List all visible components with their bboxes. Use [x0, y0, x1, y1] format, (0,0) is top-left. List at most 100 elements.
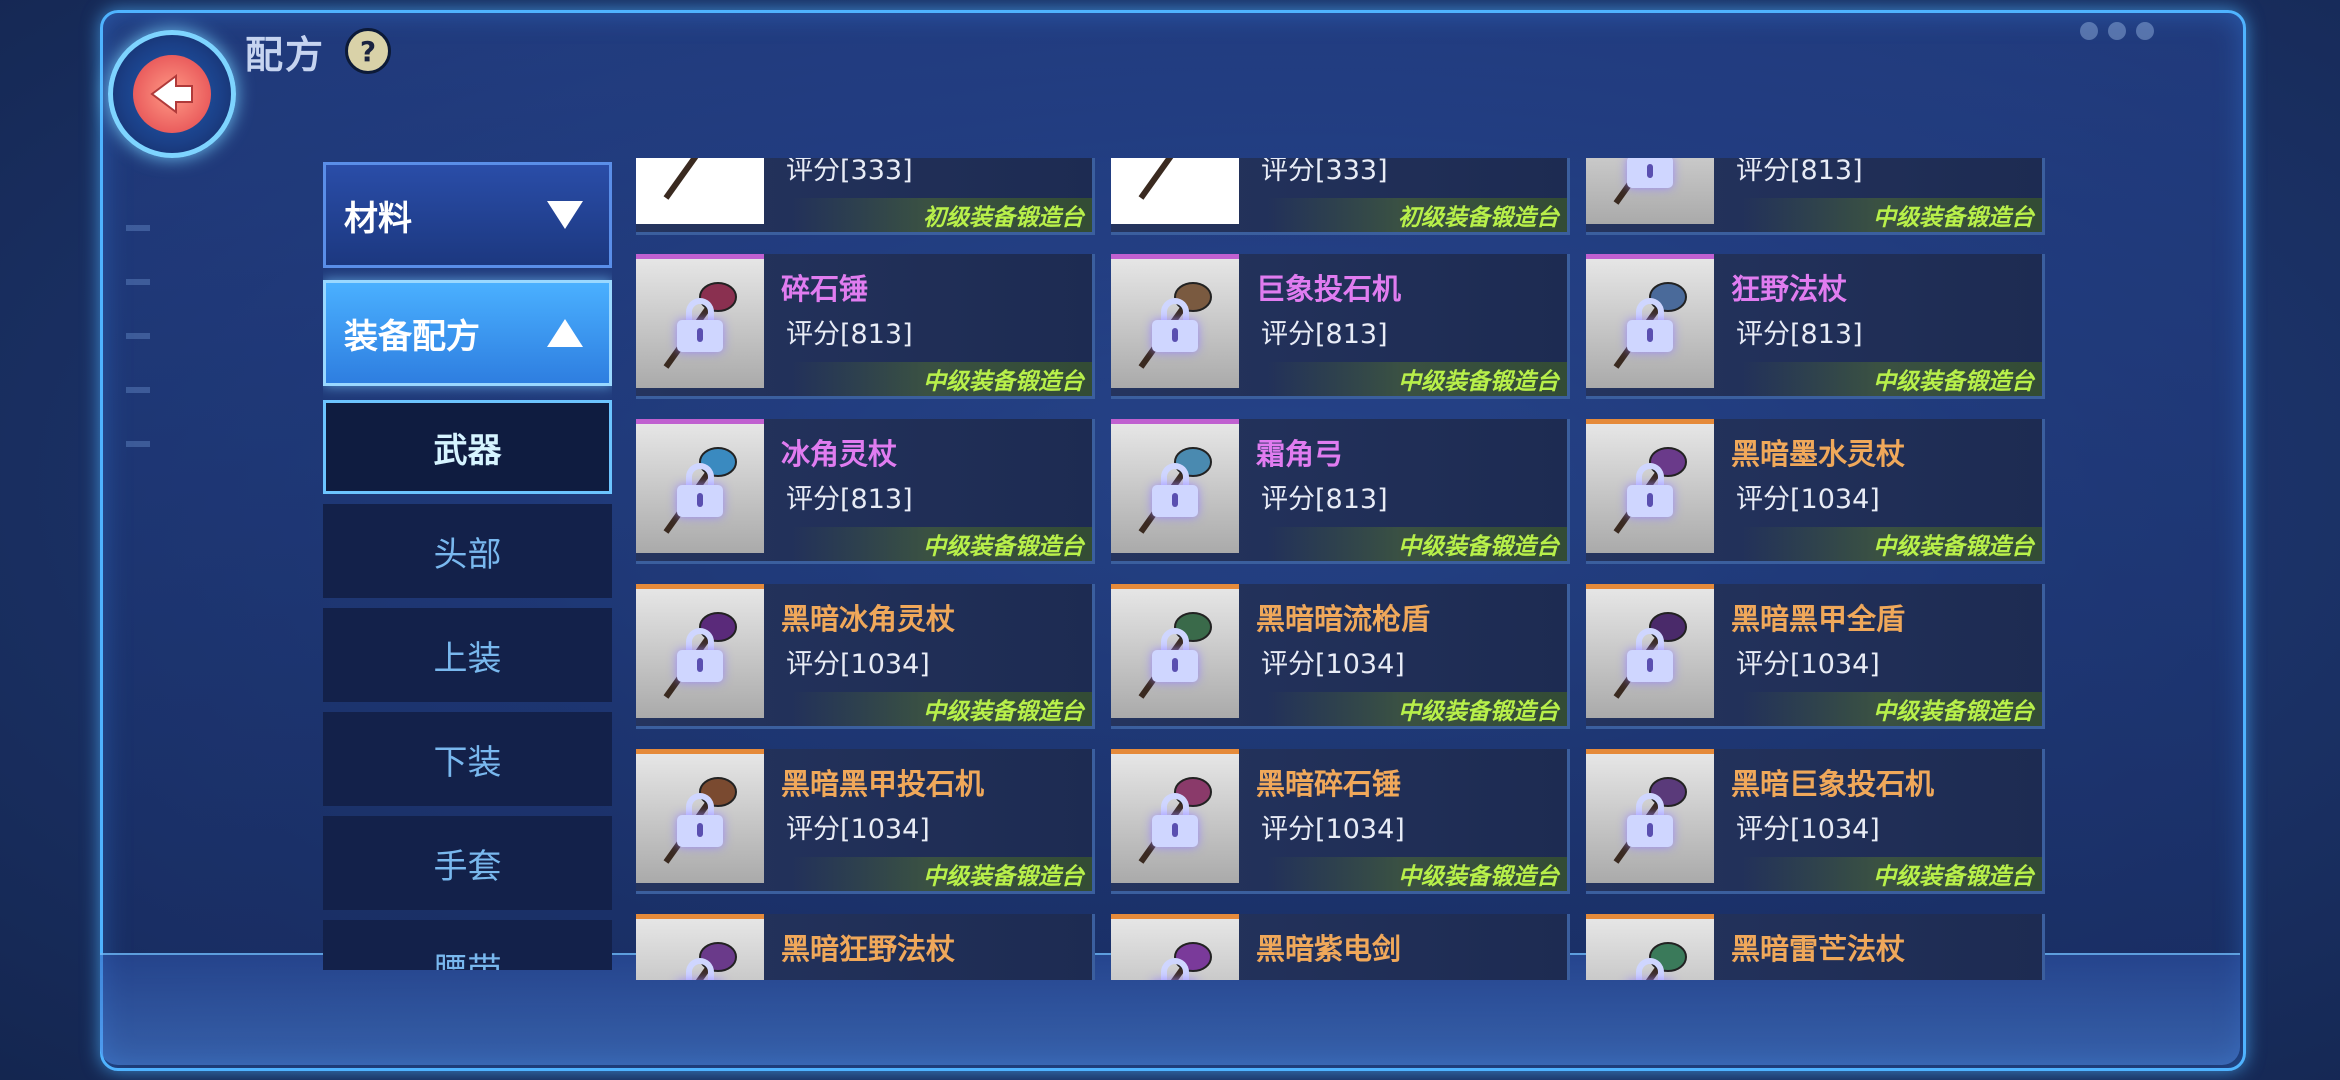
lock-icon	[1152, 297, 1198, 352]
category-material[interactable]: 材料	[323, 162, 612, 268]
recipe-card[interactable]: 狂野法杖评分[813] 中级装备锻造台	[1586, 254, 2045, 399]
recipe-name: 黑暗狂野法杖	[781, 932, 956, 966]
forge-bench-label: 中级装备锻造台	[792, 692, 1092, 726]
category-label: 装备配方	[344, 316, 480, 357]
recipe-name: 黑暗黑甲投石机	[781, 767, 985, 801]
forge-bench-label: 中级装备锻造台	[1267, 692, 1567, 726]
subcategory-weapon[interactable]: 武器	[323, 400, 612, 494]
recipe-name: 黑暗黑甲全盾	[1731, 602, 1906, 636]
category-label: 材料	[344, 198, 412, 239]
recipe-name: 黑暗暗流枪盾	[1256, 602, 1431, 636]
recipe-card[interactable]: 黑暗暗流枪盾评分[1034] 中级装备锻造台	[1111, 584, 1570, 729]
item-thumbnail	[1586, 419, 1714, 553]
recipe-name: 狂野法杖	[1731, 272, 1848, 306]
recipe-card[interactable]: 黑暗黑甲投石机 评分[1034] 中级装备锻造台	[636, 749, 1095, 894]
recipe-card[interactable]: 黑暗碎石锤 评分[1034] 中级装备锻造台	[1111, 749, 1570, 894]
subcategory-head[interactable]: 头部	[323, 504, 612, 598]
item-thumbnail	[1586, 914, 1714, 980]
side-ticks	[126, 225, 150, 495]
recipe-card[interactable]: 黑暗冰角灵杖 评分[1034] 中级装备锻造台	[636, 584, 1095, 729]
recipe-name: 冰角灵杖	[781, 437, 898, 471]
item-thumbnail	[636, 254, 764, 388]
lock-icon	[1152, 462, 1198, 517]
lock-icon	[1152, 627, 1198, 682]
recipe-name: 黑暗巨象投石机	[1731, 767, 1935, 801]
forge-bench-label: 中级装备锻造台	[1267, 362, 1567, 396]
lock-icon	[1627, 957, 1673, 980]
recipe-card[interactable]: 碎石锤评分[813] 中级装备锻造台	[636, 254, 1095, 399]
lock-icon	[677, 792, 723, 847]
window-dots	[2080, 22, 2154, 40]
recipe-name: 巨象投石机	[1256, 272, 1402, 306]
recipe-score: 评分[1034]	[1261, 972, 1405, 980]
item-thumbnail	[1111, 749, 1239, 883]
recipe-card[interactable]: 评分[813] 中级装备锻造台	[1586, 158, 2045, 235]
recipe-score: 评分[813]	[1736, 319, 1863, 350]
back-arrow-icon	[133, 55, 211, 133]
recipe-card[interactable]: 黑暗狂野法杖评分[1034]	[636, 914, 1095, 980]
recipe-card[interactable]: 黑暗雷芒法杖评分[1034]	[1586, 914, 2045, 980]
recipe-score: 评分[1034]	[1736, 972, 1880, 980]
recipe-score: 评分[813]	[1261, 319, 1388, 350]
forge-bench-label: 中级装备锻造台	[1742, 857, 2042, 891]
item-thumbnail	[636, 749, 764, 883]
back-button[interactable]	[108, 30, 236, 158]
category-sidebar: 材料 装备配方 武器 头部 上装 下装 手套 腰带	[323, 162, 612, 970]
item-thumbnail	[1586, 749, 1714, 883]
lock-icon	[1627, 462, 1673, 517]
subcategory-gloves[interactable]: 手套	[323, 816, 612, 910]
subcategory-top[interactable]: 上装	[323, 608, 612, 702]
recipe-grid: 评分[333] 初级装备锻造台 评分[333] 初级装备锻造台 评分[813] 中级装备锻…	[636, 158, 2046, 980]
recipe-card[interactable]: 评分[333] 初级装备锻造台	[636, 158, 1095, 235]
forge-bench-label: 中级装备锻造台	[1742, 527, 2042, 561]
expand-down-icon	[547, 201, 583, 229]
recipe-card[interactable]: 冰角灵杖 评分[813] 中级装备锻造台	[636, 419, 1095, 564]
lock-icon	[1627, 297, 1673, 352]
recipe-score: 评分[333]	[786, 158, 913, 186]
recipe-score: 评分[813]	[1261, 484, 1388, 515]
lock-icon	[1627, 792, 1673, 847]
recipe-card[interactable]: 黑暗巨象投石机评分[1034] 中级装备锻造台	[1586, 749, 2045, 894]
category-equipment-recipe[interactable]: 装备配方	[323, 280, 612, 386]
recipe-score: 评分[1034]	[1261, 649, 1405, 680]
help-icon[interactable]: ?	[345, 28, 391, 74]
weapon-icon	[663, 158, 699, 200]
item-thumbnail	[636, 584, 764, 718]
item-thumbnail	[1586, 254, 1714, 388]
forge-bench-label: 初级装备锻造台	[792, 198, 1092, 232]
recipe-name: 黑暗墨水灵杖	[1731, 437, 1906, 471]
collapse-up-icon	[547, 319, 583, 347]
item-thumbnail	[636, 914, 764, 980]
item-thumbnail	[636, 419, 764, 553]
lock-icon	[677, 957, 723, 980]
recipe-score: 评分[1034]	[1736, 814, 1880, 845]
recipe-card[interactable]: 霜角弓 评分[813] 中级装备锻造台	[1111, 419, 1570, 564]
recipe-card[interactable]: 巨象投石机评分[813] 中级装备锻造台	[1111, 254, 1570, 399]
recipe-score: 评分[1034]	[1261, 814, 1405, 845]
recipe-card[interactable]: 黑暗黑甲全盾 评分[1034] 中级装备锻造台	[1586, 584, 2045, 729]
lock-icon	[1627, 627, 1673, 682]
recipe-score: 评分[813]	[786, 319, 913, 350]
subcategory-bottom[interactable]: 下装	[323, 712, 612, 806]
recipe-score: 评分[333]	[1261, 158, 1388, 186]
recipe-score: 评分[1034]	[786, 972, 930, 980]
forge-bench-label: 中级装备锻造台	[1742, 692, 2042, 726]
item-thumbnail	[1111, 158, 1239, 224]
recipe-name: 霜角弓	[1256, 437, 1344, 471]
recipe-name: 碎石锤	[781, 272, 869, 306]
item-thumbnail	[1111, 419, 1239, 553]
recipe-card[interactable]: 评分[333] 初级装备锻造台	[1111, 158, 1570, 235]
lock-icon	[1627, 158, 1673, 188]
forge-bench-label: 中级装备锻造台	[792, 362, 1092, 396]
recipe-card[interactable]: 黑暗墨水灵杖 评分[1034] 中级装备锻造台	[1586, 419, 2045, 564]
lock-icon	[1152, 957, 1198, 980]
forge-bench-label: 中级装备锻造台	[1267, 857, 1567, 891]
subcategory-belt[interactable]: 腰带	[323, 920, 612, 970]
lock-icon	[677, 462, 723, 517]
forge-bench-label: 初级装备锻造台	[1267, 198, 1567, 232]
recipe-card[interactable]: 黑暗紫电剑评分[1034]	[1111, 914, 1570, 980]
recipe-score: 评分[1034]	[786, 649, 930, 680]
page-title: 配方	[245, 33, 326, 77]
item-thumbnail	[1111, 254, 1239, 388]
forge-bench-label: 中级装备锻造台	[1742, 362, 2042, 396]
